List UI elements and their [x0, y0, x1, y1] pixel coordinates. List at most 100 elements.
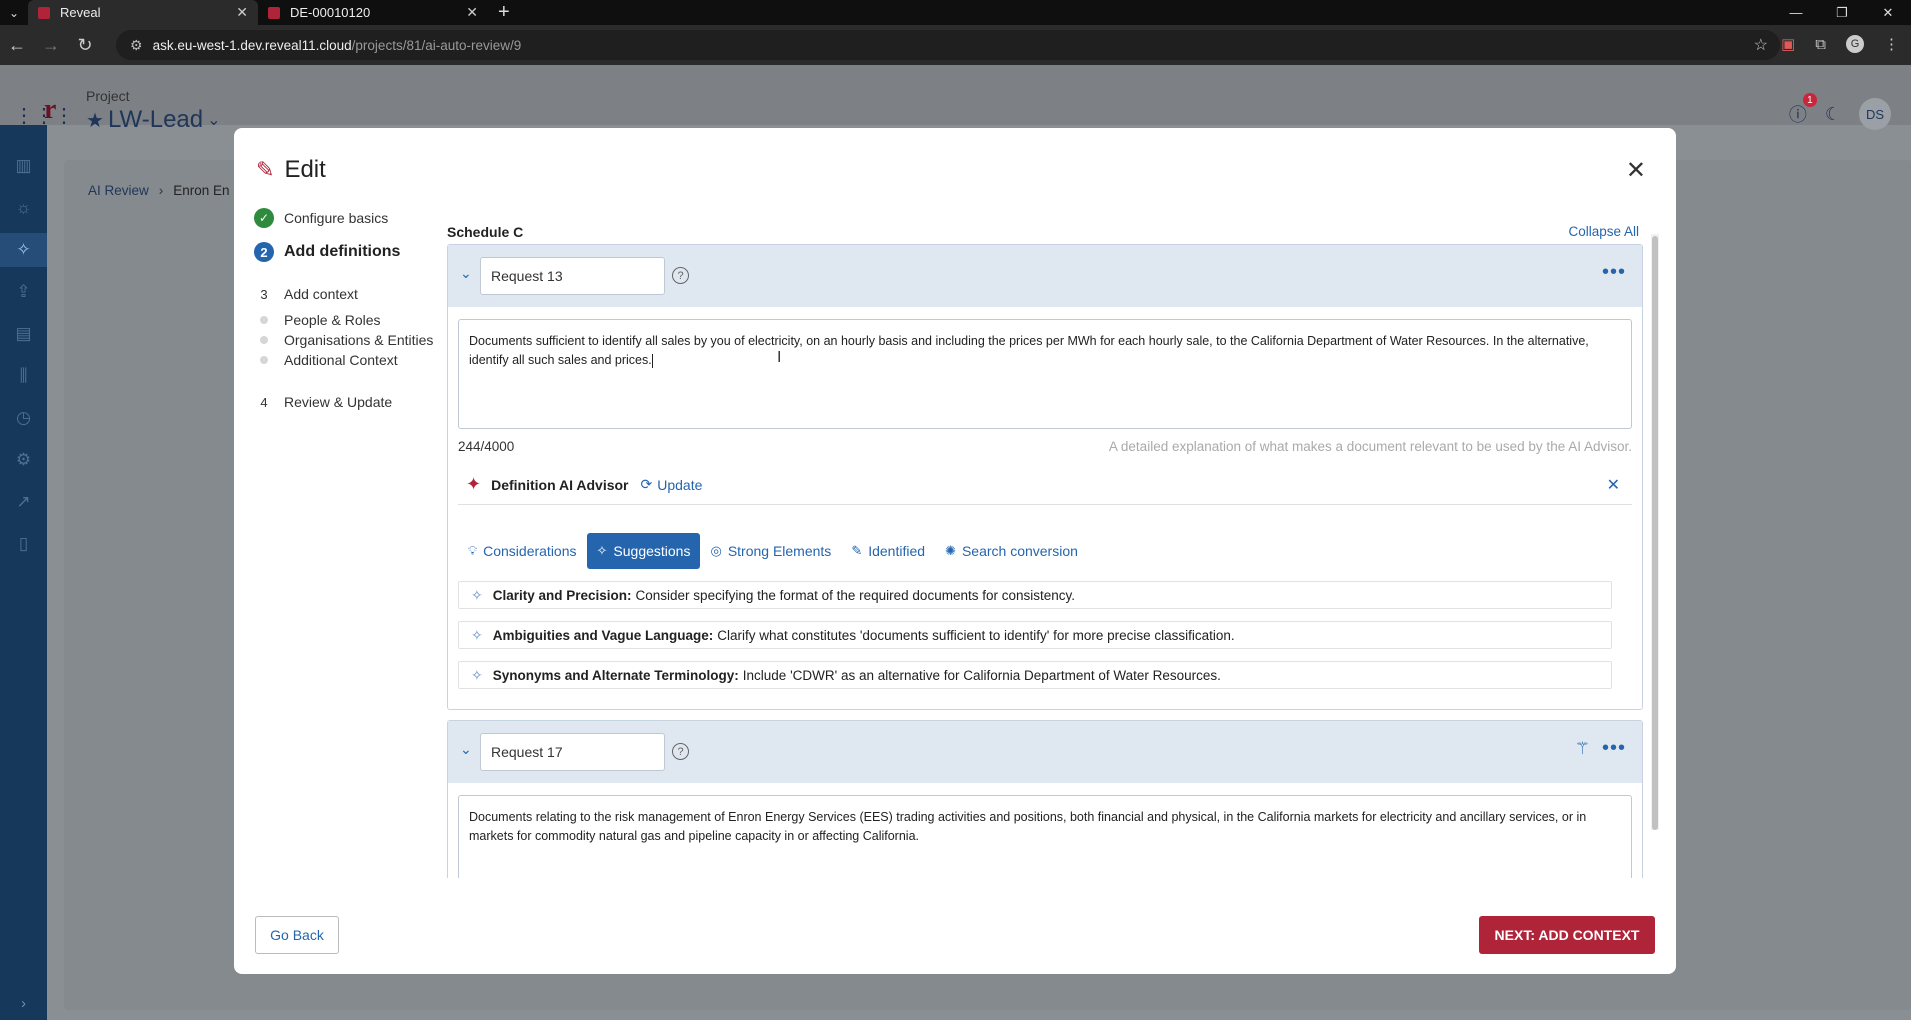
- document-icon[interactable]: ▯: [0, 527, 47, 561]
- tab-search-conversion[interactable]: ✺ Search conversion: [935, 533, 1088, 569]
- help-question-icon[interactable]: ?: [672, 743, 689, 760]
- sparkle-icon: ✧: [596, 543, 608, 558]
- step-review-update[interactable]: 4 Review & Update: [254, 392, 392, 412]
- tab-suggestions[interactable]: ✧ Suggestions: [586, 533, 701, 569]
- forward-arrow-icon[interactable]: →: [34, 35, 68, 56]
- request-name-input[interactable]: Request 17: [480, 733, 665, 771]
- breadcrumb-current: Enron En: [173, 183, 230, 198]
- substep-people-roles[interactable]: People & Roles: [254, 312, 381, 328]
- tab-strong-elements[interactable]: ◎ Strong Elements: [700, 533, 841, 569]
- go-back-button[interactable]: Go Back: [255, 916, 339, 954]
- close-modal-icon[interactable]: ✕: [1626, 156, 1646, 185]
- next-add-context-button[interactable]: NEXT: ADD CONTEXT: [1479, 916, 1655, 954]
- step-label: Configure basics: [284, 210, 389, 226]
- url-host: ask.eu-west-1.dev.reveal11.cloud: [152, 37, 352, 53]
- lightbulb-icon: 💡︎: [468, 543, 478, 558]
- check-circle-icon: ◎: [710, 543, 722, 558]
- close-advisor-icon[interactable]: ✕: [1607, 475, 1620, 495]
- more-options-icon[interactable]: •••: [1602, 737, 1626, 760]
- more-options-icon[interactable]: •••: [1602, 261, 1626, 284]
- bookmark-star-icon[interactable]: ☆: [1754, 35, 1768, 55]
- project-name: LW-Lead: [107, 106, 204, 133]
- settings-gear-icon[interactable]: ⚙: [0, 443, 47, 477]
- site-settings-icon[interactable]: ⚙: [130, 37, 143, 54]
- advisor-tabs: 💡︎ Considerations ✧ Suggestions ◎ Strong…: [458, 533, 1088, 569]
- sparkle-icon: ✧: [471, 666, 483, 683]
- step-add-definitions[interactable]: 2 Add definitions: [254, 242, 400, 262]
- favorite-star-icon[interactable]: ★: [86, 108, 104, 133]
- definition-hint: A detailed explanation of what makes a d…: [1108, 439, 1632, 454]
- browser-tab-reveal[interactable]: Reveal ✕: [28, 0, 258, 25]
- close-tab-icon[interactable]: ✕: [236, 4, 248, 21]
- step-add-context[interactable]: 3 Add context: [254, 284, 358, 304]
- breadcrumb-ai-review[interactable]: AI Review: [88, 183, 149, 198]
- library-icon[interactable]: ⫼: [0, 359, 47, 393]
- sparkle-icon: ✧: [471, 626, 483, 643]
- tab-label: Considerations: [483, 543, 577, 559]
- analytics-icon[interactable]: ↗: [0, 485, 47, 519]
- modal-header: ✎ Edit: [256, 156, 326, 184]
- sparkle-icon: ✦: [466, 474, 482, 494]
- step-configure-basics[interactable]: ✓ Configure basics: [254, 208, 388, 228]
- pencil-icon: ✎: [851, 543, 863, 558]
- pencil-icon: ✎: [256, 157, 275, 182]
- browser-tab-document[interactable]: DE-00010120 ✕: [258, 0, 488, 25]
- definition-text: Documents sufficient to identify all sal…: [469, 334, 1589, 367]
- reveal-favicon-icon: [268, 6, 280, 19]
- substep-additional-context[interactable]: Additional Context: [254, 352, 398, 368]
- advisor-update-button[interactable]: ⟳ Update: [641, 476, 703, 493]
- chevron-down-icon[interactable]: ⌄: [460, 265, 472, 282]
- update-label: Update: [657, 476, 703, 493]
- ai-review-icon[interactable]: ✧: [0, 233, 47, 267]
- suggestion-text: Clarify what constitutes 'documents suff…: [717, 627, 1235, 643]
- tab-label: Identified: [868, 543, 926, 559]
- upload-icon[interactable]: ⇪: [0, 275, 47, 309]
- chevron-down-icon[interactable]: ⌄: [460, 741, 472, 758]
- request-header: ⌄ Request 17 ? ⚚ •••: [448, 721, 1642, 783]
- refresh-icon: ⟳: [640, 476, 653, 492]
- insights-icon[interactable]: ☼: [0, 191, 47, 225]
- reveal-favicon-icon: [38, 6, 50, 19]
- substep-organisations[interactable]: Organisations & Entities: [254, 332, 433, 348]
- address-bar[interactable]: ⚙ ask.eu-west-1.dev.reveal11.cloud/proje…: [116, 30, 1780, 60]
- help-icon[interactable]: ⓘ 1: [1789, 93, 1817, 127]
- scrollbar-thumb[interactable]: [1652, 236, 1658, 830]
- project-selector[interactable]: ★ LW-Lead ⌄: [86, 106, 221, 134]
- app-header: [0, 65, 1911, 125]
- suggestion-item: ✧ Clarity and Precision: Consider specif…: [458, 581, 1612, 609]
- user-avatar[interactable]: DS: [1859, 98, 1891, 130]
- request-name-input[interactable]: Request 13: [480, 257, 665, 295]
- profile-avatar[interactable]: G: [1846, 35, 1864, 53]
- magic-wand-icon[interactable]: ⚚: [1575, 739, 1590, 759]
- suggestion-item: ✧ Synonyms and Alternate Terminology: In…: [458, 661, 1612, 689]
- processing-icon[interactable]: ▤: [0, 317, 47, 351]
- reveal-logo-icon[interactable]: r: [44, 96, 64, 124]
- minimize-icon[interactable]: —: [1773, 0, 1819, 25]
- request-definition-textarea[interactable]: Documents relating to the risk managemen…: [458, 795, 1632, 878]
- dashboard-icon[interactable]: ▥: [0, 149, 47, 183]
- dark-mode-moon-icon[interactable]: ☾: [1825, 104, 1841, 125]
- tab-identified[interactable]: ✎ Identified: [841, 533, 935, 569]
- tab-title: DE-00010120: [290, 5, 371, 20]
- extension-icon[interactable]: ▣: [1781, 35, 1795, 53]
- collapse-all-link[interactable]: Collapse All: [1568, 224, 1639, 239]
- reload-icon[interactable]: ↻: [68, 35, 102, 56]
- browser-menu-icon[interactable]: ⋮: [1884, 35, 1899, 53]
- tab-title: Reveal: [60, 5, 101, 20]
- substep-label: People & Roles: [284, 312, 381, 328]
- history-clock-icon[interactable]: ◷: [0, 401, 47, 435]
- tab-considerations[interactable]: 💡︎ Considerations: [458, 533, 587, 569]
- close-window-icon[interactable]: ✕: [1865, 0, 1911, 25]
- back-arrow-icon[interactable]: ←: [0, 35, 34, 56]
- request-definition-textarea[interactable]: Documents sufficient to identify all sal…: [458, 319, 1632, 429]
- new-tab-plus-icon[interactable]: +: [498, 1, 510, 24]
- extensions-puzzle-icon[interactable]: ⧉: [1815, 36, 1826, 53]
- substep-dot: [260, 336, 268, 344]
- ai-advisor-panel: ✦ Definition AI Advisor ⟳ Update ✕ 💡︎ Co…: [458, 465, 1632, 690]
- help-question-icon[interactable]: ?: [672, 267, 689, 284]
- close-tab-icon[interactable]: ✕: [466, 4, 478, 21]
- restore-icon[interactable]: ❐: [1819, 0, 1865, 25]
- tab-search-chevron-icon[interactable]: ⌄: [0, 0, 28, 25]
- tab-label: Strong Elements: [727, 543, 832, 559]
- expand-sidebar-chevron-icon[interactable]: ›: [0, 995, 47, 1012]
